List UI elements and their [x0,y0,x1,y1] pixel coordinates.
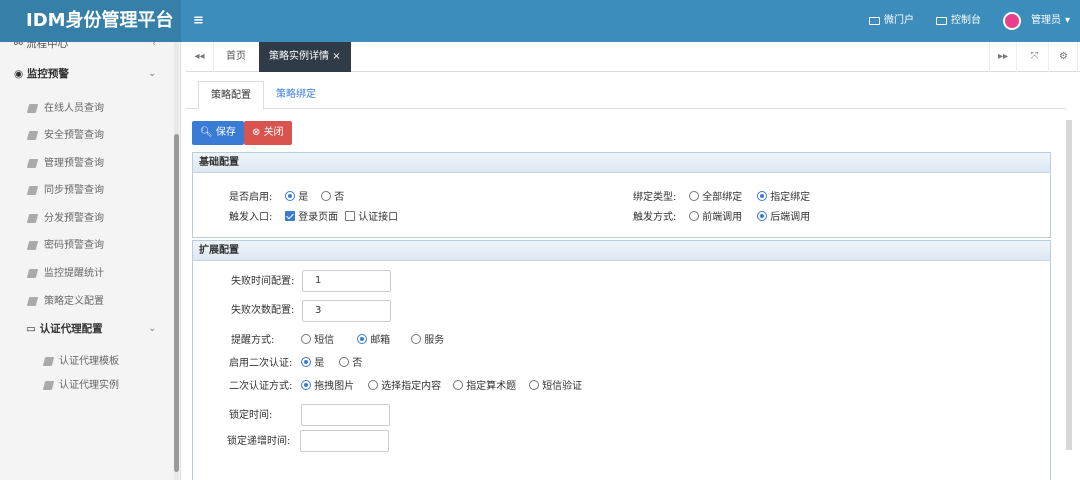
mode-text-radio[interactable]: 选择指定内容 [368,380,441,394]
ext-config-panel: 扩展配置 失败时间配置: 1 失败次数配置: 3 提醒方式: 短信 邮箱 服务 … [192,240,1051,480]
brand-logo[interactable]: IDM身份管理平台 [0,0,181,42]
sidebar-item[interactable]: 安全预警查询 [0,127,170,145]
bookmark-icon [26,131,39,140]
sidebar-item[interactable]: 同步预警查询 [0,182,170,200]
enabled-label: 是否启用: [229,192,273,203]
entry-login-checkbox[interactable]: 登录页面 [285,211,338,225]
mode-drag-radio[interactable]: 拖拽图片 [301,380,354,394]
tab-policy-config[interactable]: 策略配置 [198,81,264,110]
search-icon: 🔍︎ [200,127,216,138]
bookmark-icon [42,357,55,366]
chevron-down-icon: ⌄ [148,324,156,334]
lock-time-label: 锁定时间: [229,410,273,421]
bind-specific-radio[interactable]: 指定绑定 [757,191,810,205]
entry-auth-checkbox[interactable]: 认证接口 [345,211,398,225]
second-auth-no-radio[interactable]: 否 [339,357,362,371]
sidebar-item[interactable]: 在线人员查询 [0,100,170,118]
trigger-post-radio[interactable]: 后端调用 [757,211,810,225]
remind-mail-radio[interactable]: 邮箱 [357,334,390,348]
bookmark-icon [26,269,39,278]
caret-down-icon: ▾ [1065,15,1071,26]
close-icon[interactable]: × [332,51,340,62]
fullscreen-icon[interactable]: ⤧ [1021,42,1049,72]
sub-tabs: 策略配置 策略绑定 [186,81,1066,110]
sidebar: ⚯ 流程中心 ‹ ◉ 监控预警 ⌄ 在线人员查询 安全预警查询 管理预警查询 同步预… [0,42,181,480]
sidebar-item[interactable]: 策略定义配置 [0,293,170,311]
cancel-circle-icon: ⊗ [252,127,264,138]
chevron-left-icon: ‹ [152,42,156,49]
trigger-mode-label: 触发方式: [633,212,677,223]
id-card-icon [869,17,880,25]
entry-label: 触发入口: [229,212,273,223]
tab-home[interactable]: 首页 [216,42,256,72]
sidebar-scrollbar-thumb[interactable] [174,134,179,472]
ext-config-title: 扩展配置 [193,241,1050,261]
sidebar-item-flow-center[interactable]: ⚯ 流程中心 ‹ [0,42,170,54]
avatar [1003,12,1021,30]
lock-time-input[interactable] [301,404,390,426]
enabled-no-radio[interactable]: 否 [321,191,344,205]
bind-all-radio[interactable]: 全部绑定 [689,191,742,205]
enabled-yes-radio[interactable]: 是 [285,191,308,205]
second-auth-label: 启用二次认证: [229,358,293,369]
folder-icon: ▭ [26,323,40,335]
gear-icon[interactable]: ⚙ [1050,42,1078,72]
remind-sms-radio[interactable]: 短信 [301,334,334,348]
trigger-pre-radio[interactable]: 前端调用 [689,211,742,225]
page-tabs: ◂◂ 首页 策略实例详情 × ▸▸ ⤧ ⚙ [186,42,1080,72]
fail-count-input[interactable]: 3 [302,300,391,322]
bookmark-icon [26,159,39,168]
chevron-down-icon: ⌄ [148,69,156,79]
console-link[interactable]: 控制台 [936,0,981,42]
fail-time-input[interactable]: 1 [302,270,391,292]
close-button[interactable]: ⊗ 关闭 [244,121,292,145]
tabs-scroll-left-icon[interactable]: ◂◂ [186,42,214,72]
fail-count-label: 失败次数配置: [231,305,295,316]
sidebar-item[interactable]: 监控提醒统计 [0,265,170,283]
sidebar-item[interactable]: 认证代理模板 [0,353,170,371]
bookmark-icon [42,381,55,390]
top-bar: IDM身份管理平台 ≡ 微门户 控制台 管理员 ▾ [0,0,1080,42]
sidebar-item[interactable]: 管理预警查询 [0,155,170,173]
lock-increment-label: 锁定递增时间: [227,436,291,447]
remind-label: 提醒方式: [231,335,275,346]
second-mode-label: 二次认证方式: [229,381,293,392]
bookmark-icon [26,297,39,306]
sidebar-item[interactable]: 认证代理实例 [0,377,170,395]
sidebar-item[interactable]: 分发预警查询 [0,210,170,228]
second-auth-yes-radio[interactable]: 是 [301,357,324,371]
eye-icon: ◉ [14,68,27,80]
tabs-scroll-right-icon[interactable]: ▸▸ [989,42,1017,72]
basic-config-panel: 基础配置 是否启用: 是 否 触发入口: 登录页面 认证接口 绑定类型: 全部绑… [192,152,1051,238]
save-button[interactable]: 🔍︎ 保存 [192,121,244,145]
content-scrollbar[interactable] [1066,120,1072,450]
sidebar-group-proxy[interactable]: ▭ 认证代理配置 ⌄ [0,319,170,339]
main-content: 策略配置 策略绑定 🔍︎ 保存 ⊗ 关闭 基础配置 是否启用: 是 否 触发入口… [186,73,1076,480]
sidebar-group-monitor[interactable]: ◉ 监控预警 ⌄ [0,64,170,84]
bookmark-icon [26,214,39,223]
tab-policy-detail[interactable]: 策略实例详情 × [259,42,351,72]
sidebar-item[interactable]: 密码预警查询 [0,237,170,255]
mode-sms-radio[interactable]: 短信验证 [529,380,582,394]
basic-config-title: 基础配置 [193,153,1050,173]
bind-type-label: 绑定类型: [633,192,677,203]
mode-math-radio[interactable]: 指定算术题 [453,380,516,394]
micro-portal-link[interactable]: 微门户 [869,0,914,42]
lock-increment-input[interactable] [300,430,389,452]
bookmark-icon [26,186,39,195]
tab-policy-binding[interactable]: 策略绑定 [264,81,328,109]
bookmark-icon [26,241,39,250]
flow-icon: ⚯ [14,42,27,50]
fail-time-label: 失败时间配置: [231,276,295,287]
monitor-icon [936,17,947,25]
menu-toggle-icon[interactable]: ≡ [193,13,204,28]
bookmark-icon [26,104,39,113]
remind-service-radio[interactable]: 服务 [411,334,444,348]
user-menu[interactable]: 管理员 ▾ [1003,0,1070,42]
